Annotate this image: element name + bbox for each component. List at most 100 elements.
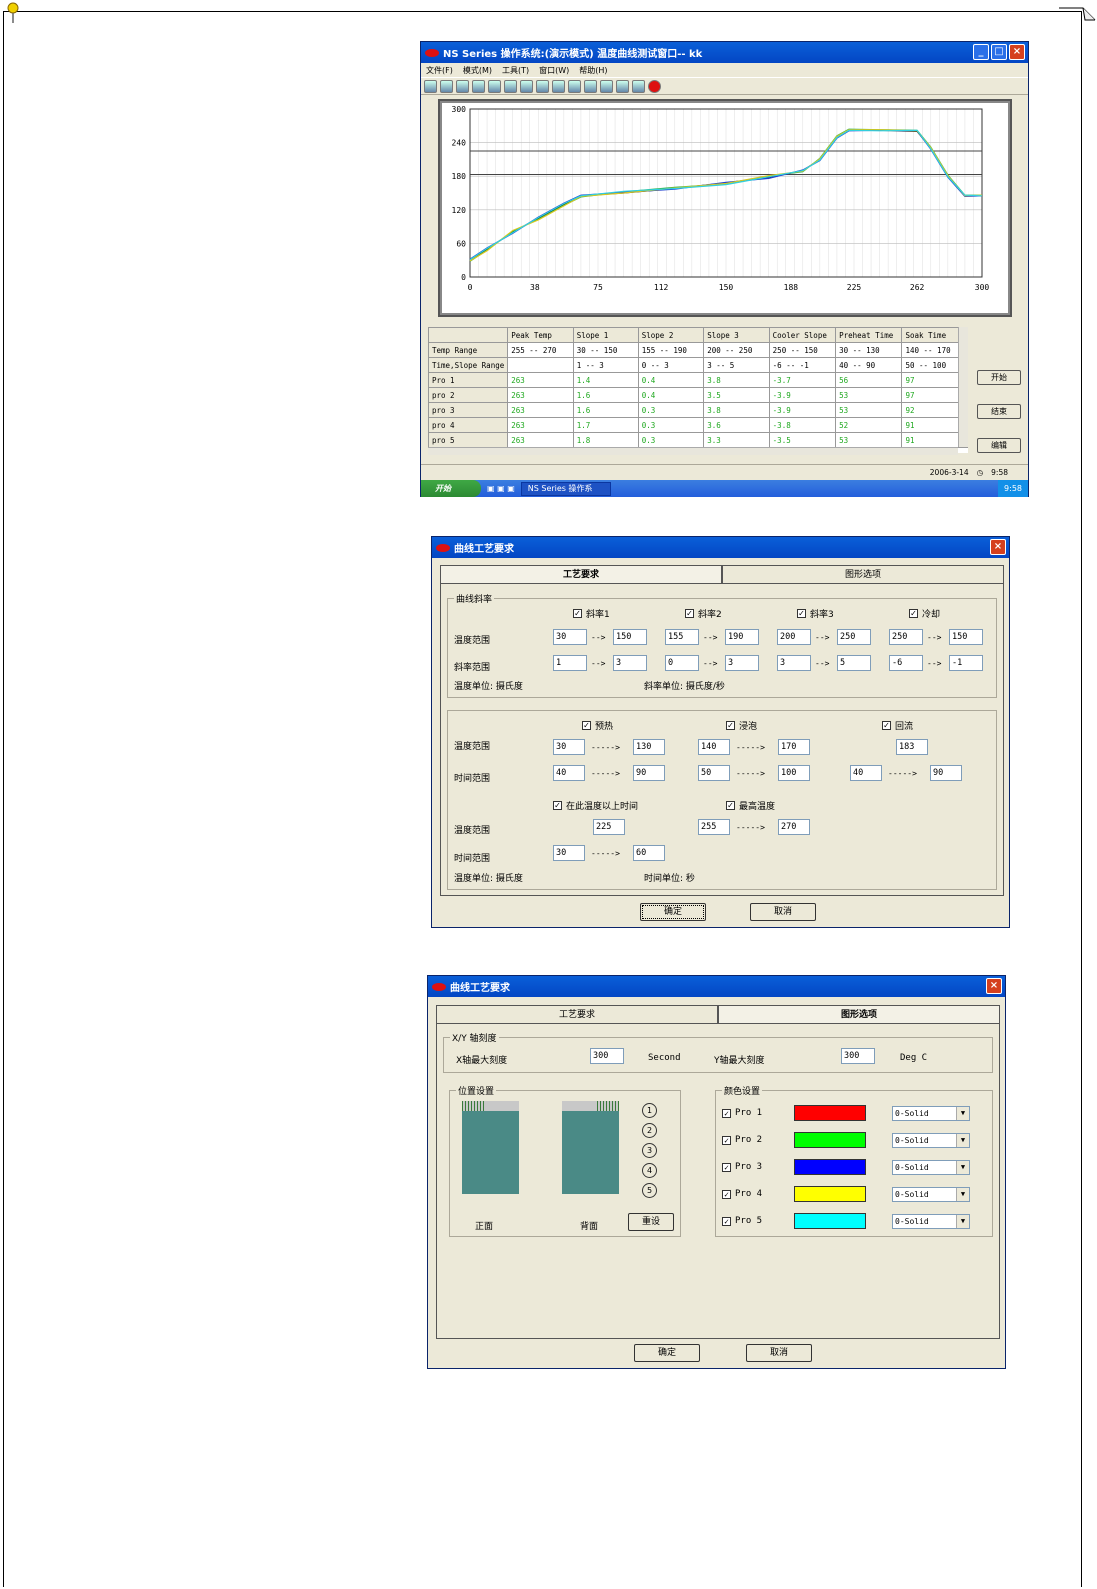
above-temp[interactable]: 225	[593, 819, 625, 835]
slope2-rate-to[interactable]: 3	[725, 655, 759, 671]
preheat-temp-from[interactable]: 30	[553, 739, 585, 755]
back-board[interactable]	[562, 1101, 619, 1194]
slope3-rate-from[interactable]: 3	[777, 655, 811, 671]
peak-temp-from[interactable]: 255	[698, 819, 730, 835]
lock-icon[interactable]	[536, 79, 549, 93]
dialog2-ok-button[interactable]: 确定	[634, 1344, 700, 1362]
open-folder-icon[interactable]	[488, 79, 501, 93]
menu-help[interactable]: 帮助(H)	[579, 65, 607, 76]
tab-graph[interactable]: 图形选项	[718, 1005, 1000, 1023]
edit-button[interactable]: 编辑	[977, 438, 1021, 453]
clipboard-icon[interactable]	[568, 79, 581, 93]
slope3-temp-to[interactable]: 250	[837, 629, 871, 645]
position-2[interactable]: 2	[642, 1123, 657, 1138]
pro2-check[interactable]: ✓ Pro 2	[722, 1135, 762, 1145]
pro1-style-select[interactable]: 0-Solid ▼	[892, 1106, 970, 1121]
brand-logo-icon[interactable]	[648, 79, 661, 93]
chevron-down-icon[interactable]: ▼	[956, 1161, 969, 1174]
menu-window[interactable]: 窗口(W)	[539, 65, 569, 76]
dialog1-close-button[interactable]: ×	[990, 539, 1006, 555]
menu-mode[interactable]: 模式(M)	[463, 65, 492, 76]
pro1-check[interactable]: ✓ Pro 1	[722, 1108, 762, 1118]
pro5-style-select[interactable]: 0-Solid ▼	[892, 1214, 970, 1229]
dialog1-cancel-button[interactable]: 取消	[750, 903, 816, 921]
print-icon[interactable]	[472, 79, 485, 93]
document-icon[interactable]	[600, 79, 613, 93]
grid-vertical-scrollbar[interactable]	[958, 327, 968, 447]
pro4-check[interactable]: ✓ Pro 4	[722, 1189, 762, 1199]
slope2-temp-to[interactable]: 190	[725, 629, 759, 645]
chart-tool-icon[interactable]	[424, 79, 437, 93]
pro3-color-swatch[interactable]	[794, 1159, 866, 1175]
y-max-input[interactable]: 300	[841, 1048, 875, 1064]
exit-icon[interactable]	[632, 79, 645, 93]
dialog2-title-bar[interactable]: 曲线工艺要求 ×	[428, 976, 1005, 997]
quicklaunch-icon[interactable]: ▣ ▣ ▣	[487, 484, 515, 493]
slope2-temp-from[interactable]: 155	[665, 629, 699, 645]
export-icon[interactable]	[520, 79, 533, 93]
edit-chart-icon[interactable]	[584, 79, 597, 93]
reflow-temp[interactable]: 183	[896, 739, 928, 755]
slope1-temp-from[interactable]: 30	[553, 629, 587, 645]
minimize-button[interactable]: _	[973, 44, 989, 60]
bell-icon[interactable]	[616, 79, 629, 93]
table-row[interactable]: pro 4 263 1.7 0.3 3.6 -3.8 52 91	[428, 417, 968, 433]
table-row[interactable]: pro 3 263 1.6 0.3 3.8 -3.9 53 92	[428, 402, 968, 418]
dialog1-ok-button[interactable]: 确定	[640, 903, 706, 921]
chevron-down-icon[interactable]: ▼	[956, 1134, 969, 1147]
slope3-rate-to[interactable]: 5	[837, 655, 871, 671]
slope-check-3[interactable]: ✓ 斜率3	[797, 607, 834, 620]
slope-check-2[interactable]: ✓ 斜率2	[685, 607, 722, 620]
disabled-tool-icon[interactable]	[440, 79, 453, 93]
pro2-color-swatch[interactable]	[794, 1132, 866, 1148]
slope2-rate-from[interactable]: 0	[665, 655, 699, 671]
tab-process[interactable]: 工艺要求	[440, 565, 722, 583]
reflow-time-from[interactable]: 40	[850, 765, 882, 781]
grid-tool-icon[interactable]	[456, 79, 469, 93]
time-check-2[interactable]: ✓ 浸泡	[726, 719, 757, 732]
stop-button[interactable]: 结束	[977, 404, 1021, 419]
position-5[interactable]: 5	[642, 1183, 657, 1198]
reflow-time-to[interactable]: 90	[930, 765, 962, 781]
start-button[interactable]: 开始	[977, 370, 1021, 385]
close-button[interactable]: ×	[1009, 44, 1025, 60]
slope4-temp-to[interactable]: 150	[949, 629, 983, 645]
chevron-down-icon[interactable]: ▼	[956, 1215, 969, 1228]
soak-time-to[interactable]: 100	[778, 765, 810, 781]
grid-horizontal-scrollbar[interactable]	[428, 447, 958, 455]
slope-check-4[interactable]: ✓ 冷却	[909, 607, 940, 620]
check2-1[interactable]: ✓ 在此温度以上时间	[553, 799, 638, 812]
slope4-rate-to[interactable]: -1	[949, 655, 983, 671]
start-menu-button[interactable]: 开始	[421, 480, 481, 497]
preheat-temp-to[interactable]: 130	[633, 739, 665, 755]
position-1[interactable]: 1	[642, 1103, 657, 1118]
pro4-style-select[interactable]: 0-Solid ▼	[892, 1187, 970, 1202]
slope1-temp-to[interactable]: 150	[613, 629, 647, 645]
above-time-to[interactable]: 60	[633, 845, 665, 861]
save-icon[interactable]	[504, 79, 517, 93]
tab-process[interactable]: 工艺要求	[436, 1005, 718, 1023]
table-row[interactable]: pro 2 263 1.6 0.4 3.5 -3.9 53 97	[428, 387, 968, 403]
soak-temp-to[interactable]: 170	[778, 739, 810, 755]
soak-temp-from[interactable]: 140	[698, 739, 730, 755]
slope3-temp-from[interactable]: 200	[777, 629, 811, 645]
table-row[interactable]: Pro 1 263 1.4 0.4 3.8 -3.7 56 97	[428, 372, 968, 388]
menu-file[interactable]: 文件(F)	[426, 65, 453, 76]
above-time-from[interactable]: 30	[553, 845, 585, 861]
time-check-1[interactable]: ✓ 预热	[582, 719, 613, 732]
chevron-down-icon[interactable]: ▼	[956, 1107, 969, 1120]
slope4-rate-from[interactable]: -6	[889, 655, 923, 671]
front-board[interactable]	[462, 1101, 519, 1194]
preheat-time-to[interactable]: 90	[633, 765, 665, 781]
position-3[interactable]: 3	[642, 1143, 657, 1158]
table-row[interactable]: pro 5 263 1.8 0.3 3.3 -3.5 53 91	[428, 432, 968, 448]
pro3-style-select[interactable]: 0-Solid ▼	[892, 1160, 970, 1175]
pro5-check[interactable]: ✓ Pro 5	[722, 1216, 762, 1226]
slope1-rate-to[interactable]: 3	[613, 655, 647, 671]
dialog2-cancel-button[interactable]: 取消	[746, 1344, 812, 1362]
pro1-color-swatch[interactable]	[794, 1105, 866, 1121]
pro3-check[interactable]: ✓ Pro 3	[722, 1162, 762, 1172]
slope4-temp-from[interactable]: 250	[889, 629, 923, 645]
chevron-down-icon[interactable]: ▼	[956, 1188, 969, 1201]
pro2-style-select[interactable]: 0-Solid ▼	[892, 1133, 970, 1148]
